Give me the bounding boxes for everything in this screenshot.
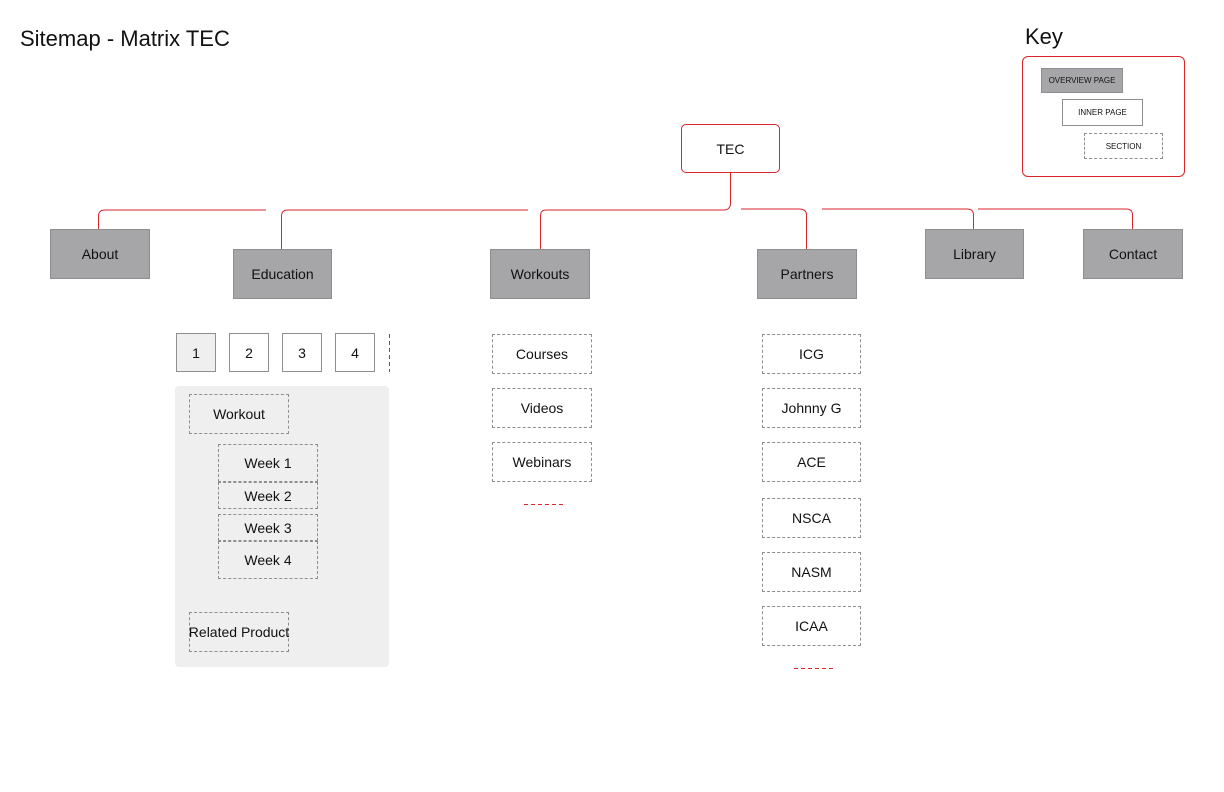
education-week-4: Week 4 [218,541,318,579]
nav-about: About [50,229,150,279]
connector-workouts [540,173,731,249]
workouts-webinars: Webinars [492,442,592,482]
workouts-courses: Courses [492,334,592,374]
nav-partners: Partners [757,249,857,299]
education-week-2: Week 2 [218,482,318,509]
education-related-product: Related Product [189,612,289,652]
education-tab-2: 2 [229,333,269,372]
page-title: Sitemap - Matrix TEC [20,26,230,51]
education-workout-section: Workout [189,394,289,434]
key-overview-page: OVERVIEW PAGE [1041,68,1123,93]
key-inner-page: INNER PAGE [1062,99,1143,126]
connector-education [281,209,528,249]
nav-library: Library [925,229,1024,279]
partners-johnny-g: Johnny G [762,388,861,428]
education-tab-1: 1 [176,333,216,372]
partners-nsca: NSCA [762,498,861,538]
nav-education: Education [233,249,332,299]
partners-ace: ACE [762,442,861,482]
education-tab-4: 4 [335,333,375,372]
education-week-1: Week 1 [218,444,318,482]
connector-library [822,208,974,229]
education-week-3: Week 3 [218,514,318,541]
connector-partners [741,208,807,249]
partners-icaa: ICAA [762,606,861,646]
root-node-tec: TEC [681,124,780,173]
connector-about [98,209,266,229]
partners-nasm: NASM [762,552,861,592]
workouts-videos: Videos [492,388,592,428]
connector-contact [978,208,1133,229]
key-title: Key [1025,24,1063,49]
nav-contact: Contact [1083,229,1183,279]
partners-icg: ICG [762,334,861,374]
education-tab-3: 3 [282,333,322,372]
key-section: SECTION [1084,133,1163,159]
nav-workouts: Workouts [490,249,590,299]
